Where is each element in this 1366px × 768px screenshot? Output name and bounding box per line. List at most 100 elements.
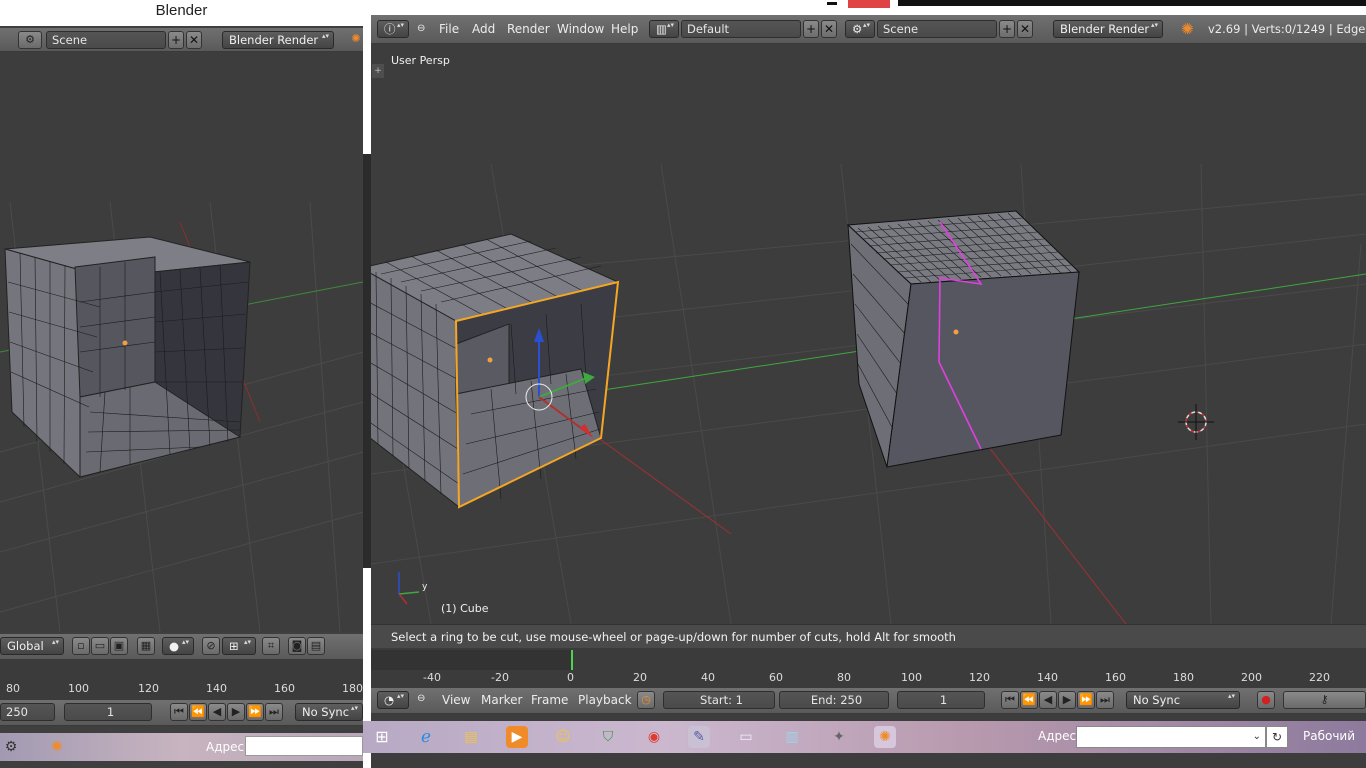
timeline-tick: 80 bbox=[837, 671, 851, 684]
menu-window[interactable]: Window bbox=[557, 22, 604, 36]
left-current-frame-field[interactable]: 1 bbox=[64, 703, 152, 721]
current-frame-field[interactable]: 1 bbox=[897, 691, 985, 709]
chrome-icon[interactable]: ◉ bbox=[643, 726, 665, 748]
collapse-menu-icon[interactable]: ⊖ bbox=[417, 693, 425, 704]
messenger-icon[interactable]: ☺ bbox=[552, 726, 574, 748]
internet-explorer-icon[interactable]: ℯ bbox=[415, 726, 437, 748]
snap-target-icon[interactable]: ⌗ bbox=[262, 637, 280, 655]
snap-dropdown[interactable]: ⊞ bbox=[222, 637, 256, 655]
blender-taskbar-icon[interactable]: ✺ bbox=[46, 736, 68, 758]
status-bar: Select a ring to be cut, use mouse-wheel… bbox=[371, 624, 1366, 648]
screen-layout-browse[interactable]: ▥ bbox=[649, 20, 679, 38]
keying-set-icon[interactable]: ⚷ bbox=[1283, 691, 1366, 709]
screen: Blender ⚙ Scene + ✕ Blender Render ✺ bbox=[0, 0, 1366, 768]
jump-end-icon[interactable]: ⏭ bbox=[265, 703, 283, 721]
3d-cursor-icon[interactable] bbox=[1178, 404, 1214, 440]
add-scene-button[interactable]: + bbox=[999, 20, 1015, 38]
middle-object-origin bbox=[487, 357, 493, 363]
timeline-editor-type[interactable]: ◔ bbox=[377, 691, 409, 709]
play-icon[interactable]: ▶ bbox=[1058, 691, 1076, 709]
windows-start-icon[interactable]: ⊞ bbox=[371, 726, 393, 748]
top-right-strip bbox=[898, 0, 1366, 6]
menu-help[interactable]: Help bbox=[611, 22, 638, 36]
notes-app-icon[interactable]: ▥ bbox=[781, 726, 803, 748]
bottom-strip bbox=[371, 753, 1366, 768]
proportional-icon[interactable]: ⊘ bbox=[202, 637, 220, 655]
media-player-icon[interactable]: ▶ bbox=[506, 726, 528, 748]
address-input[interactable]: ⌄ bbox=[1076, 726, 1266, 748]
left-end-field[interactable]: 250 bbox=[0, 703, 55, 721]
toolshelf-toggle[interactable]: + bbox=[372, 64, 384, 78]
edge-select-icon[interactable]: ▭ bbox=[91, 637, 109, 655]
left-remove-scene-button[interactable]: ✕ bbox=[186, 31, 202, 49]
render-engine-dropdown[interactable]: Blender Render bbox=[1053, 20, 1163, 38]
3d-viewport[interactable]: User Persp y (1) Cube + bbox=[371, 44, 1366, 625]
timeline-menu-playback[interactable]: Playback bbox=[578, 693, 632, 707]
paint-icon[interactable]: ✎ bbox=[688, 726, 710, 748]
timeline-tick: 160 bbox=[1105, 671, 1126, 684]
blender-taskbar-icon[interactable]: ✺ bbox=[874, 726, 896, 748]
left-scene-field[interactable]: Scene bbox=[46, 31, 166, 49]
next-keyframe-icon[interactable]: ⏩ bbox=[1077, 691, 1095, 709]
menu-add[interactable]: Add bbox=[472, 22, 495, 36]
screen-layout-field[interactable]: Default bbox=[681, 20, 801, 38]
scene-field[interactable]: Scene bbox=[877, 20, 997, 38]
scene-browse-icon[interactable]: ⚙ bbox=[18, 31, 42, 49]
settings-gear-icon[interactable]: ⚙ bbox=[0, 736, 22, 758]
timeline-tick: 40 bbox=[701, 671, 715, 684]
gimp-icon[interactable]: ✦ bbox=[828, 726, 850, 748]
blender-logo-icon: ✺ bbox=[351, 32, 361, 45]
orientation-dropdown[interactable]: Global bbox=[0, 637, 64, 655]
timeline-tick: 140 bbox=[1037, 671, 1058, 684]
play-icon[interactable]: ▶ bbox=[227, 703, 245, 721]
record-icon[interactable]: ● bbox=[1257, 691, 1275, 709]
timeline-ruler[interactable]: -40 -20 0 20 40 60 80 100 120 140 160 18… bbox=[371, 648, 1366, 688]
scene-browse[interactable]: ⚙ bbox=[845, 20, 875, 38]
end-frame-field[interactable]: End: 250 bbox=[779, 691, 889, 709]
menu-render[interactable]: Render bbox=[507, 22, 550, 36]
left-render-engine-dropdown[interactable]: Blender Render bbox=[222, 31, 334, 49]
render-icon[interactable]: ◙ bbox=[288, 637, 306, 655]
axis-orientation-widget bbox=[398, 572, 420, 605]
editor-type-dropdown[interactable]: ⓘ bbox=[377, 20, 409, 38]
left-viewport-canvas bbox=[0, 201, 363, 633]
start-frame-field[interactable]: Start: 1 bbox=[663, 691, 775, 709]
face-select-icon[interactable]: ▣ bbox=[110, 637, 128, 655]
refresh-icon[interactable]: ↻ bbox=[1266, 726, 1288, 748]
occlude-icon[interactable]: ▦ bbox=[137, 637, 155, 655]
close-window-button[interactable] bbox=[848, 0, 890, 8]
prev-keyframe-icon[interactable]: ⏪ bbox=[1020, 691, 1038, 709]
jump-start-icon[interactable]: ⏮ bbox=[170, 703, 188, 721]
timeline-menu-view[interactable]: View bbox=[442, 693, 470, 707]
play-reverse-icon[interactable]: ◀ bbox=[1039, 691, 1057, 709]
right-cube-mesh bbox=[846, 210, 1081, 468]
prev-keyframe-icon[interactable]: ⏪ bbox=[189, 703, 207, 721]
window-app-icon[interactable]: ▭ bbox=[735, 726, 757, 748]
jump-end-icon[interactable]: ⏭ bbox=[1096, 691, 1114, 709]
file-explorer-icon[interactable]: ▤ bbox=[460, 726, 482, 748]
timeline-menu-marker[interactable]: Marker bbox=[481, 693, 522, 707]
play-reverse-icon[interactable]: ◀ bbox=[208, 703, 226, 721]
timeline-tick: 0 bbox=[567, 671, 574, 684]
timeline-tick: 180 bbox=[1173, 671, 1194, 684]
view-label: User Persp bbox=[391, 54, 450, 67]
minimize-window-button[interactable] bbox=[827, 2, 837, 5]
remove-scene-button[interactable]: ✕ bbox=[1017, 20, 1033, 38]
remove-layout-button[interactable]: ✕ bbox=[821, 20, 837, 38]
preview-range-icon[interactable]: ◷ bbox=[637, 691, 655, 709]
jump-start-icon[interactable]: ⏮ bbox=[1001, 691, 1019, 709]
left-sync-dropdown[interactable]: No Sync bbox=[295, 703, 363, 721]
shield-app-icon[interactable]: ⛉ bbox=[597, 726, 619, 748]
add-layout-button[interactable]: + bbox=[803, 20, 819, 38]
left-address-input[interactable] bbox=[245, 736, 363, 756]
next-keyframe-icon[interactable]: ⏩ bbox=[246, 703, 264, 721]
pivot-dropdown[interactable]: ● bbox=[162, 637, 194, 655]
anim-render-icon[interactable]: ▤ bbox=[307, 637, 325, 655]
left-add-scene-button[interactable]: + bbox=[168, 31, 184, 49]
left-3d-viewport[interactable] bbox=[0, 52, 363, 633]
sync-dropdown[interactable]: No Sync bbox=[1126, 691, 1240, 709]
timeline-menu-frame[interactable]: Frame bbox=[531, 693, 568, 707]
vertex-select-icon[interactable]: ▫ bbox=[72, 637, 90, 655]
menu-file[interactable]: File bbox=[439, 22, 459, 36]
collapse-menu-icon[interactable]: ⊖ bbox=[417, 23, 425, 34]
